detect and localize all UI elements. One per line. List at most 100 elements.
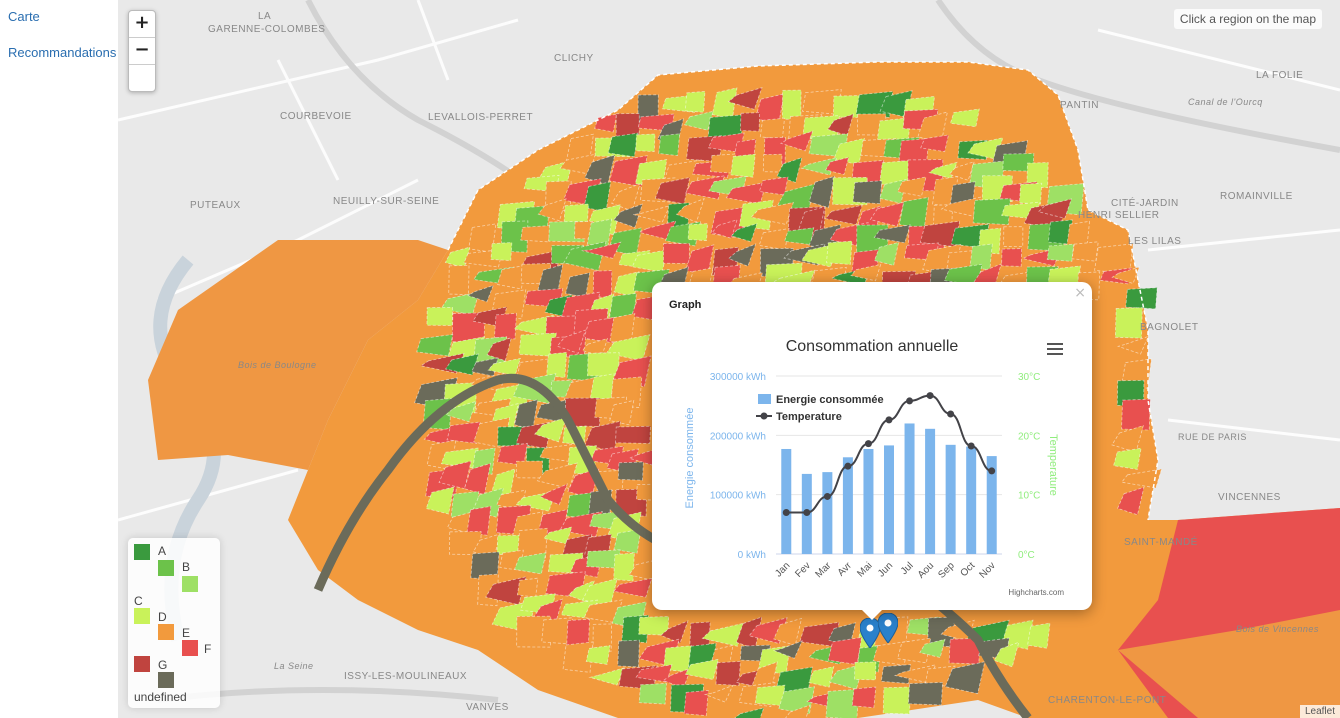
district-region[interactable] bbox=[607, 132, 639, 158]
bar-energy[interactable] bbox=[781, 448, 792, 554]
map-marker-icon[interactable] bbox=[860, 618, 880, 648]
legend-energy-label[interactable]: Energie consommée bbox=[776, 394, 884, 406]
temperature-point[interactable] bbox=[782, 508, 790, 516]
district-region[interactable] bbox=[617, 461, 644, 481]
x-tick-label: Sep bbox=[936, 560, 957, 581]
temperature-point[interactable] bbox=[926, 392, 934, 400]
temperature-point[interactable] bbox=[967, 442, 975, 450]
bar-energy[interactable] bbox=[884, 445, 894, 554]
district-region[interactable] bbox=[515, 460, 543, 479]
district-region[interactable] bbox=[684, 90, 706, 113]
district-region[interactable] bbox=[1027, 622, 1051, 649]
zoom-out-button[interactable]: − bbox=[129, 38, 155, 65]
district-region[interactable] bbox=[520, 225, 551, 243]
place-label: LA FOLIE bbox=[1256, 70, 1303, 81]
place-label: RUE DE PARIS bbox=[1178, 432, 1247, 442]
temperature-point[interactable] bbox=[864, 440, 872, 448]
district-region[interactable] bbox=[1071, 241, 1099, 262]
place-label: CHARENTON-LE-PONT bbox=[1048, 695, 1166, 706]
place-label: BAGNOLET bbox=[1140, 322, 1198, 333]
district-region[interactable] bbox=[663, 243, 690, 264]
bar-energy[interactable] bbox=[925, 428, 936, 554]
district-region[interactable] bbox=[907, 681, 943, 706]
legend-label-d: D bbox=[158, 610, 167, 624]
district-region[interactable] bbox=[617, 639, 640, 668]
district-region[interactable] bbox=[739, 112, 761, 132]
district-region[interactable] bbox=[613, 552, 635, 582]
district-region[interactable] bbox=[490, 242, 513, 261]
district-region[interactable] bbox=[687, 223, 708, 241]
district-region[interactable] bbox=[585, 645, 611, 665]
legend-swatch-a bbox=[134, 544, 150, 560]
map-container[interactable]: LA GARENNE-COLOMBES CLICHY COURBEVOIE LE… bbox=[118, 0, 1340, 718]
district-region[interactable] bbox=[827, 636, 863, 666]
legend-swatch-c bbox=[134, 608, 150, 624]
district-region[interactable] bbox=[882, 686, 911, 715]
place-label: ROMAINVILLE bbox=[1220, 191, 1293, 202]
place-label: CITÉ-JARDIN bbox=[1111, 196, 1179, 209]
bar-energy[interactable] bbox=[822, 472, 833, 554]
x-tick-label: Jan bbox=[773, 560, 792, 579]
district-region[interactable] bbox=[854, 661, 877, 681]
x-tick-label: Mar bbox=[814, 560, 834, 580]
district-region[interactable] bbox=[852, 180, 883, 205]
y-left-tick-label: 100000 kWh bbox=[710, 491, 766, 502]
x-tick-label: Jul bbox=[899, 560, 916, 577]
bar-energy[interactable] bbox=[966, 446, 977, 554]
district-region[interactable] bbox=[638, 682, 667, 705]
district-region[interactable] bbox=[1046, 243, 1075, 262]
district-region[interactable] bbox=[589, 373, 615, 403]
district-region[interactable] bbox=[1001, 248, 1023, 267]
district-region[interactable] bbox=[1114, 307, 1143, 339]
x-tick-label: Aou bbox=[916, 560, 936, 580]
district-region[interactable] bbox=[1003, 226, 1024, 248]
nav-link-carte[interactable]: Carte bbox=[8, 9, 40, 24]
district-region[interactable] bbox=[615, 425, 651, 444]
district-region[interactable] bbox=[899, 196, 929, 230]
district-region[interactable] bbox=[466, 505, 492, 536]
temperature-point[interactable] bbox=[885, 416, 893, 424]
district-region[interactable] bbox=[683, 689, 709, 717]
temperature-point[interactable] bbox=[947, 410, 955, 418]
temperature-point[interactable] bbox=[803, 508, 811, 516]
district-region[interactable] bbox=[1019, 182, 1043, 205]
district-region[interactable] bbox=[494, 312, 517, 340]
district-region[interactable] bbox=[546, 351, 568, 378]
bar-energy[interactable] bbox=[842, 457, 853, 554]
place-label: VANVES bbox=[466, 702, 509, 713]
district-region[interactable] bbox=[759, 117, 785, 140]
temperature-point[interactable] bbox=[844, 462, 852, 470]
district-region[interactable] bbox=[638, 616, 670, 636]
district-region[interactable] bbox=[516, 577, 539, 598]
district-region[interactable] bbox=[781, 89, 802, 120]
district-region[interactable] bbox=[762, 153, 783, 173]
temperature-point[interactable] bbox=[988, 467, 996, 475]
district-region[interactable] bbox=[826, 240, 853, 265]
attribution[interactable]: Leaflet bbox=[1299, 705, 1340, 718]
bar-energy[interactable] bbox=[945, 444, 956, 554]
legend-temp-marker bbox=[760, 412, 768, 420]
legend-temp-label[interactable]: Temperature bbox=[776, 411, 842, 423]
district-region[interactable] bbox=[658, 133, 681, 157]
district-region[interactable] bbox=[448, 264, 470, 295]
district-region[interactable] bbox=[635, 133, 656, 152]
chart-credit[interactable]: Highcharts.com bbox=[1008, 588, 1064, 597]
zoom-in-button[interactable]: + bbox=[129, 11, 155, 38]
place-label: HENRI SELLIER bbox=[1078, 210, 1160, 221]
bar-energy[interactable] bbox=[904, 423, 915, 554]
district-region[interactable] bbox=[587, 352, 620, 377]
temperature-point[interactable] bbox=[823, 492, 831, 500]
temperature-point[interactable] bbox=[906, 397, 914, 405]
legend-swatch-g bbox=[134, 656, 150, 672]
district-region[interactable] bbox=[594, 113, 618, 133]
district-region[interactable] bbox=[426, 306, 453, 326]
district-region[interactable] bbox=[1121, 398, 1151, 431]
sidebar-nav: Carte Recommandations bbox=[0, 0, 118, 718]
district-region[interactable] bbox=[851, 686, 877, 709]
nav-link-recommandations[interactable]: Recommandations bbox=[8, 45, 116, 60]
district-region[interactable] bbox=[730, 153, 756, 178]
y-axis-left-title: Energie consommée bbox=[684, 408, 696, 509]
bar-energy[interactable] bbox=[863, 448, 874, 554]
legend-swatch-b bbox=[158, 560, 174, 576]
y-right-tick-label: 20°C bbox=[1018, 431, 1040, 442]
